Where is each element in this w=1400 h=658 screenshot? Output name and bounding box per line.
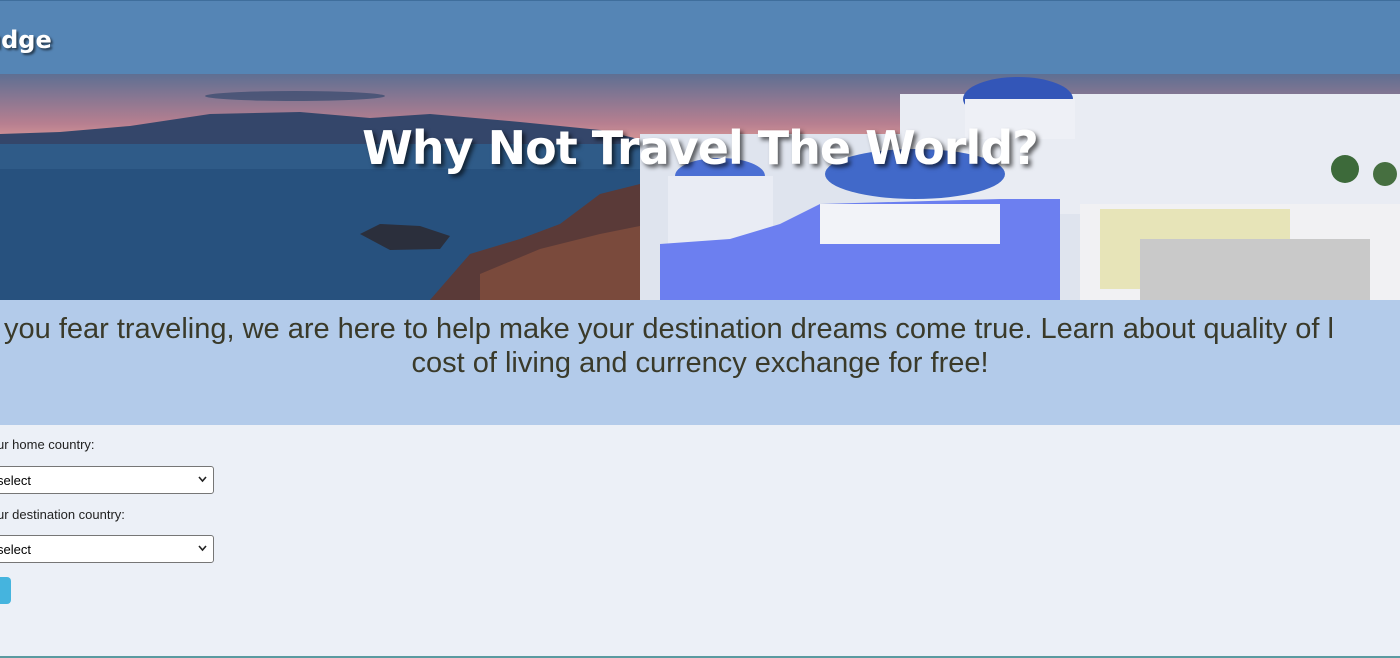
destination-country-select-value: select [0, 542, 31, 557]
hero-banner: Why Not Travel The World? [0, 74, 1400, 300]
chevron-down-icon [198, 545, 207, 552]
chevron-down-icon [198, 476, 207, 483]
destination-country-select[interactable]: select [0, 535, 214, 563]
home-country-select[interactable]: select [0, 466, 214, 494]
destination-country-label: ur destination country: [0, 507, 125, 522]
submit-button[interactable] [0, 577, 11, 604]
hero-title: Why Not Travel The World? [362, 121, 1039, 175]
hero-santorini-image [0, 77, 1400, 300]
intro-section: you fear traveling, we are here to help … [0, 300, 1400, 425]
intro-text-line-2: cost of living and currency exchange for… [411, 347, 989, 379]
home-country-select-value: select [0, 473, 31, 488]
intro-text-line-1: you fear traveling, we are here to help … [4, 313, 1334, 345]
home-country-label: ur home country: [0, 437, 95, 452]
brand-logo-text[interactable]: udge [0, 26, 52, 54]
top-navbar: udge [0, 0, 1400, 74]
